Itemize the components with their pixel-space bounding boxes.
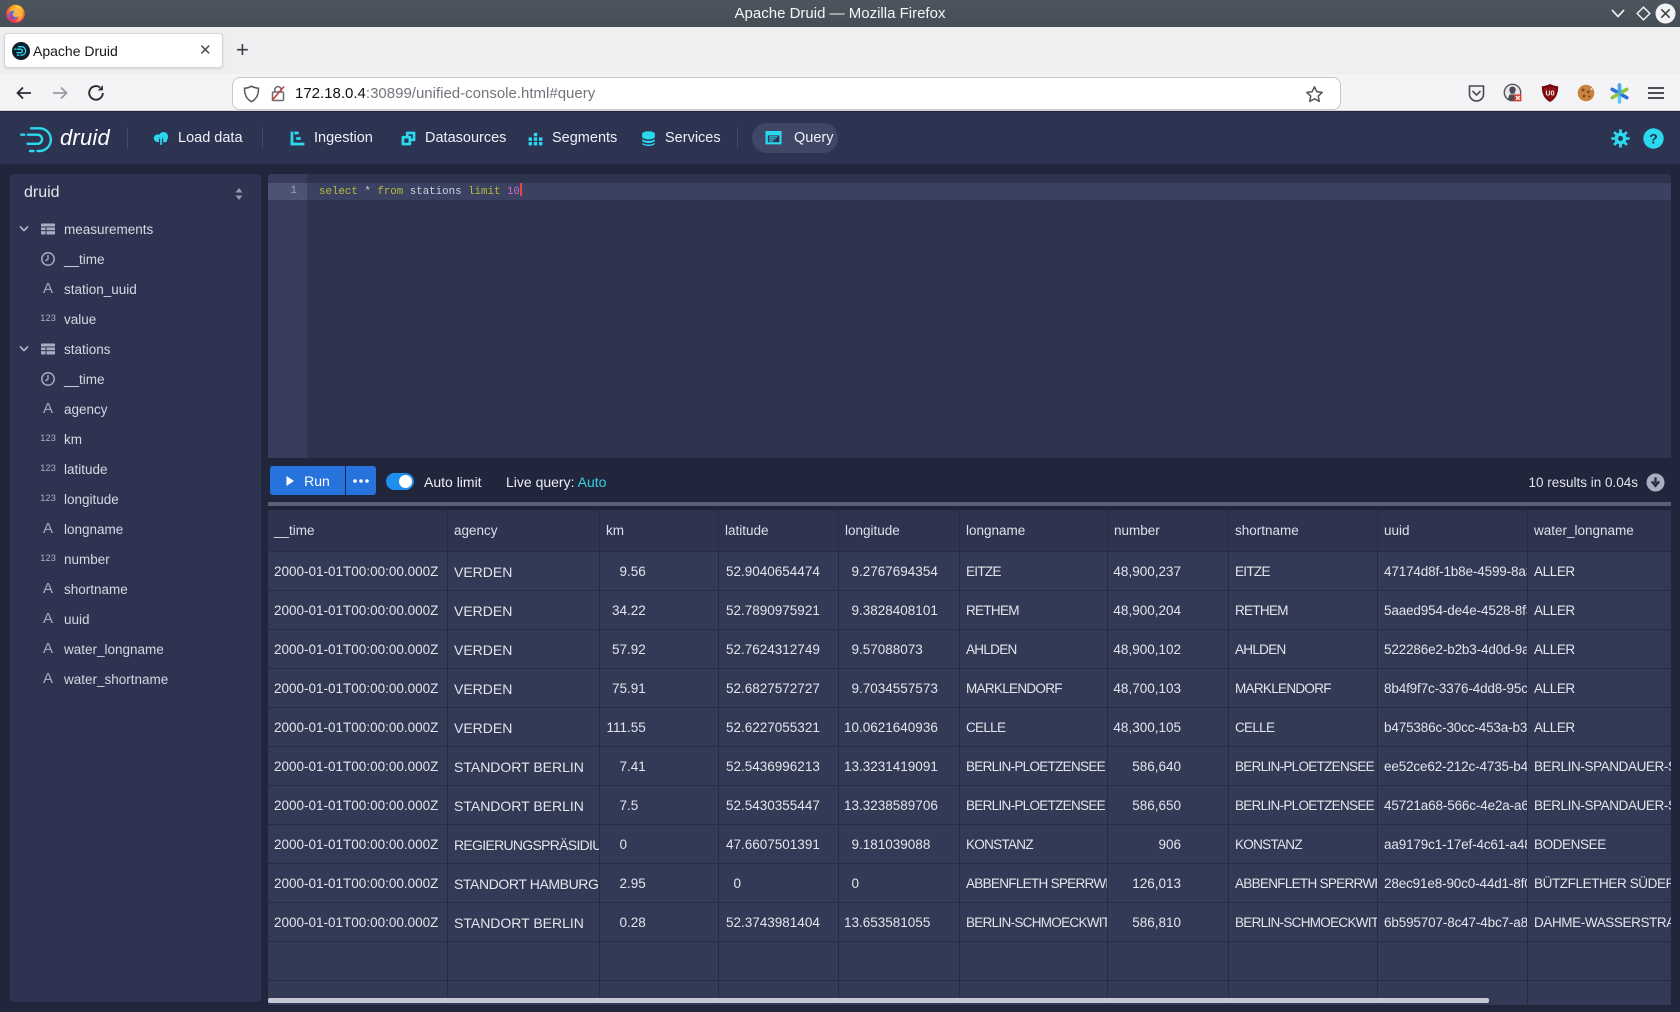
svg-text:?: ?	[1649, 131, 1658, 147]
svg-text:U0: U0	[1546, 91, 1555, 98]
